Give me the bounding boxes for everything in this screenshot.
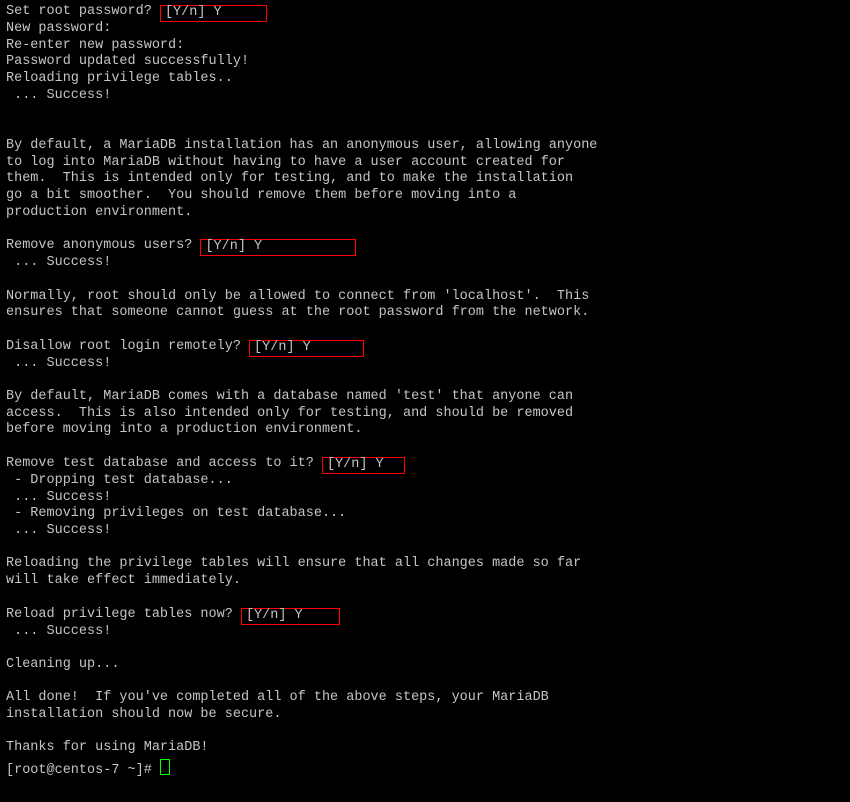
line-text: installation should now be secure. [6, 707, 281, 722]
terminal-line: access. This is also intended only for t… [6, 406, 844, 423]
terminal-line: Remove test database and access to it? [… [6, 456, 844, 473]
line-text: By default, MariaDB comes with a databas… [6, 389, 573, 404]
terminal-line: ... Success! [6, 523, 844, 540]
line-text: Remove test database and access to it? [6, 456, 322, 471]
cursor-icon [160, 759, 170, 775]
line-text: Reloading the privilege tables will ensu… [6, 556, 581, 571]
terminal-line: them. This is intended only for testing,… [6, 171, 844, 188]
line-text: Normally, root should only be allowed to… [6, 289, 589, 304]
terminal-line [6, 724, 844, 741]
terminal-line [6, 540, 844, 557]
line-text: ... Success! [6, 255, 111, 270]
line-text: ... Success! [6, 88, 111, 103]
terminal-line: go a bit smoother. You should remove the… [6, 188, 844, 205]
line-text: production environment. [6, 205, 192, 220]
terminal-line: New password: [6, 21, 844, 38]
terminal-line: Remove anonymous users? [Y/n] Y [6, 238, 844, 255]
line-text: will take effect immediately. [6, 573, 241, 588]
terminal-line: installation should now be secure. [6, 707, 844, 724]
terminal-line: Set root password? [Y/n] Y [6, 4, 844, 21]
terminal-line: ... Success! [6, 356, 844, 373]
line-text: Cleaning up... [6, 657, 119, 672]
terminal-line [6, 221, 844, 238]
terminal-line: Cleaning up... [6, 657, 844, 674]
terminal-line: ... Success! [6, 88, 844, 105]
highlight-box: [Y/n] Y [160, 5, 267, 22]
line-text: - Dropping test database... [6, 473, 233, 488]
terminal-line [6, 272, 844, 289]
terminal-output[interactable]: Set root password? [Y/n] Y New password:… [0, 0, 850, 784]
terminal-line: All done! If you've completed all of the… [6, 690, 844, 707]
terminal-line [6, 590, 844, 607]
line-text: Password updated successfully! [6, 54, 249, 69]
terminal-line [6, 372, 844, 389]
line-text: All done! If you've completed all of the… [6, 690, 549, 705]
line-text: Reloading privilege tables.. [6, 71, 233, 86]
terminal-line [6, 640, 844, 657]
line-text: ... Success! [6, 624, 111, 639]
line-text: ensures that someone cannot guess at the… [6, 305, 589, 320]
terminal-line: Thanks for using MariaDB! [6, 740, 844, 757]
terminal-line: - Dropping test database... [6, 473, 844, 490]
terminal-line: Reloading privilege tables.. [6, 71, 844, 88]
terminal-line: before moving into a production environm… [6, 422, 844, 439]
terminal-line [6, 674, 844, 691]
terminal-line: Re-enter new password: [6, 38, 844, 55]
line-text: New password: [6, 21, 111, 36]
line-text: before moving into a production environm… [6, 422, 362, 437]
terminal-line [6, 105, 844, 122]
line-text: ... Success! [6, 523, 111, 538]
terminal-line [6, 322, 844, 339]
line-text: access. This is also intended only for t… [6, 406, 573, 421]
terminal-line [6, 121, 844, 138]
terminal-line: ensures that someone cannot guess at the… [6, 305, 844, 322]
terminal-line: ... Success! [6, 255, 844, 272]
line-text: ... Success! [6, 356, 111, 371]
terminal-line: Disallow root login remotely? [Y/n] Y [6, 339, 844, 356]
highlight-box: [Y/n] Y [200, 239, 356, 256]
terminal-line: ... Success! [6, 624, 844, 641]
line-text: Reload privilege tables now? [6, 607, 241, 622]
terminal-line: - Removing privileges on test database..… [6, 506, 844, 523]
line-text: Set root password? [6, 4, 160, 19]
terminal-line: will take effect immediately. [6, 573, 844, 590]
highlight-box: [Y/n] Y [241, 608, 340, 625]
line-text: Re-enter new password: [6, 38, 184, 53]
line-text: to log into MariaDB without having to ha… [6, 155, 565, 170]
terminal-line: Password updated successfully! [6, 54, 844, 71]
line-text: ... Success! [6, 490, 111, 505]
line-text: - Removing privileges on test database..… [6, 506, 346, 521]
terminal-line: By default, MariaDB comes with a databas… [6, 389, 844, 406]
line-text: By default, a MariaDB installation has a… [6, 138, 597, 153]
line-text: Remove anonymous users? [6, 238, 200, 253]
line-text: them. This is intended only for testing,… [6, 171, 573, 186]
terminal-line: ... Success! [6, 490, 844, 507]
line-text: Disallow root login remotely? [6, 339, 249, 354]
terminal-line: to log into MariaDB without having to ha… [6, 155, 844, 172]
highlight-box: [Y/n] Y [249, 340, 364, 357]
highlight-box: [Y/n] Y [322, 457, 405, 474]
terminal-line: Reload privilege tables now? [Y/n] Y [6, 607, 844, 624]
line-text: go a bit smoother. You should remove the… [6, 188, 516, 203]
terminal-line [6, 439, 844, 456]
shell-prompt: [root@centos-7 ~]# [6, 763, 160, 778]
terminal-line: By default, a MariaDB installation has a… [6, 138, 844, 155]
terminal-prompt-line[interactable]: [root@centos-7 ~]# [6, 757, 844, 780]
terminal-line: Normally, root should only be allowed to… [6, 289, 844, 306]
line-text: Thanks for using MariaDB! [6, 740, 209, 755]
terminal-line: production environment. [6, 205, 844, 222]
terminal-line: Reloading the privilege tables will ensu… [6, 556, 844, 573]
